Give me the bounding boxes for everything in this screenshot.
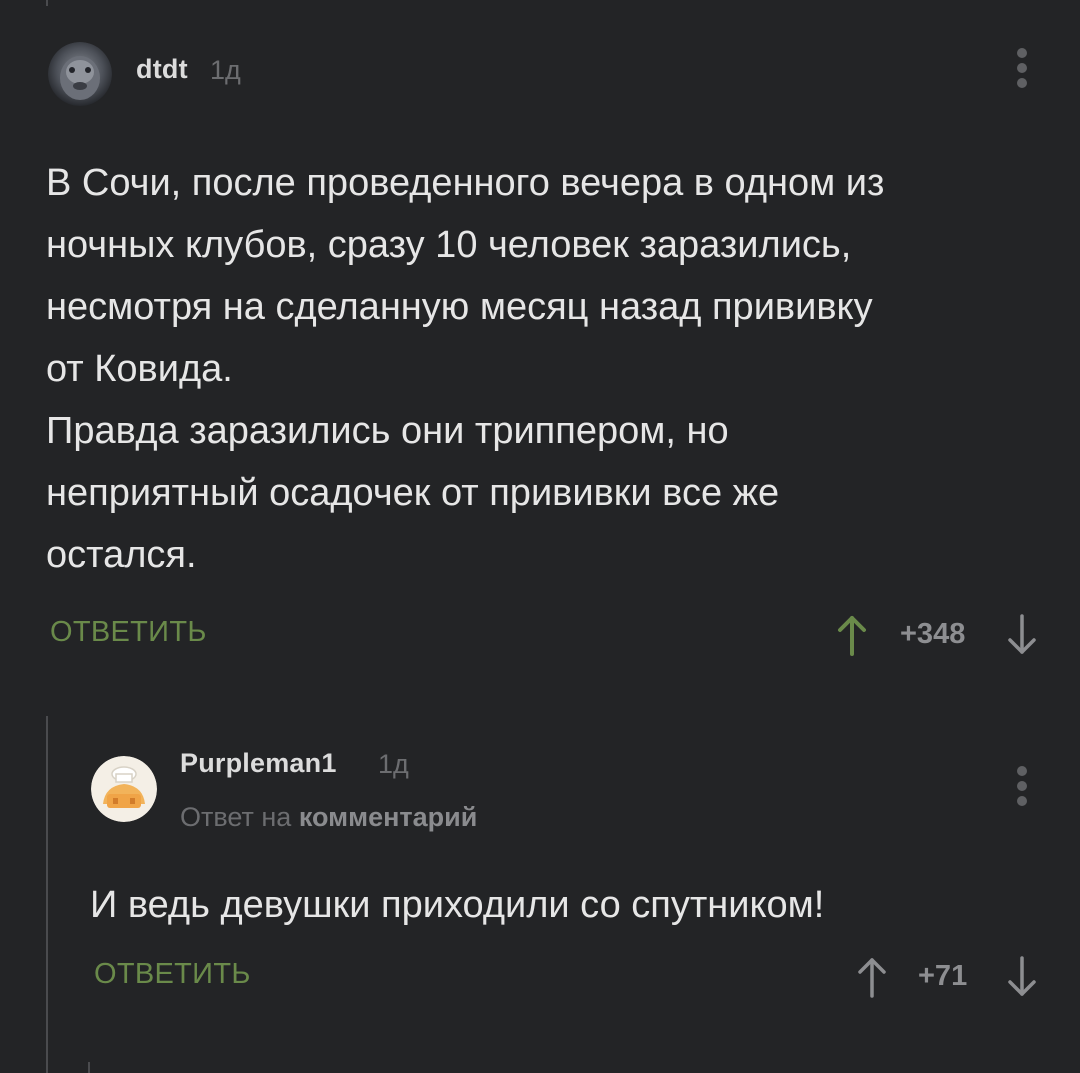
- comment: dtdt 1д В Сочи, после проведенного вечер…: [46, 38, 1046, 656]
- more-dot: [1017, 78, 1027, 88]
- more-dot: [1017, 781, 1027, 791]
- rating-count: +348: [900, 618, 966, 650]
- thread-line-top: [46, 0, 48, 6]
- reply-to-prefix: Ответ на: [180, 802, 292, 832]
- comment-header: Purpleman1 1д Ответ на комментарий: [90, 740, 1046, 832]
- comment-text: И ведь девушки приходили со спутником!: [90, 884, 825, 926]
- more-dot: [1017, 63, 1027, 73]
- comment-actions: ОТВЕТИТЬ +348: [46, 606, 1046, 666]
- arrow-up-icon[interactable]: [832, 610, 872, 660]
- comment-reply: Purpleman1 1д Ответ на комментарий И вед…: [90, 740, 1046, 998]
- username[interactable]: Purpleman1: [180, 748, 337, 779]
- more-dot: [1017, 766, 1027, 776]
- avatar-image-icon: [91, 756, 157, 822]
- reply-to-link[interactable]: комментарий: [299, 802, 478, 832]
- comment-header: dtdt 1д: [46, 38, 1046, 108]
- arrow-up-icon[interactable]: [852, 952, 892, 1002]
- arrow-down-icon[interactable]: [1002, 952, 1042, 1002]
- username[interactable]: dtdt: [136, 54, 188, 85]
- comment-actions: ОТВЕТИТЬ +71: [90, 948, 1046, 1008]
- timestamp: 1д: [378, 749, 409, 779]
- more-vertical-icon[interactable]: [1010, 766, 1034, 806]
- more-vertical-icon[interactable]: [1010, 48, 1034, 88]
- timestamp: 1д: [210, 55, 241, 85]
- reply-to-line: Ответ на комментарий: [180, 802, 477, 833]
- avatar[interactable]: [48, 42, 112, 106]
- thread-line: [46, 716, 48, 1073]
- avatar[interactable]: [91, 756, 157, 822]
- arrow-down-icon[interactable]: [1002, 610, 1042, 660]
- reply-button[interactable]: ОТВЕТИТЬ: [50, 616, 207, 649]
- more-dot: [1017, 796, 1027, 806]
- reply-button[interactable]: ОТВЕТИТЬ: [94, 958, 251, 991]
- comment-text: В Сочи, после проведенного вечера в одно…: [46, 162, 885, 576]
- more-dot: [1017, 48, 1027, 58]
- avatar-image-icon: [48, 42, 112, 106]
- thread-line-nested: [88, 1062, 90, 1073]
- rating-count: +71: [918, 960, 968, 992]
